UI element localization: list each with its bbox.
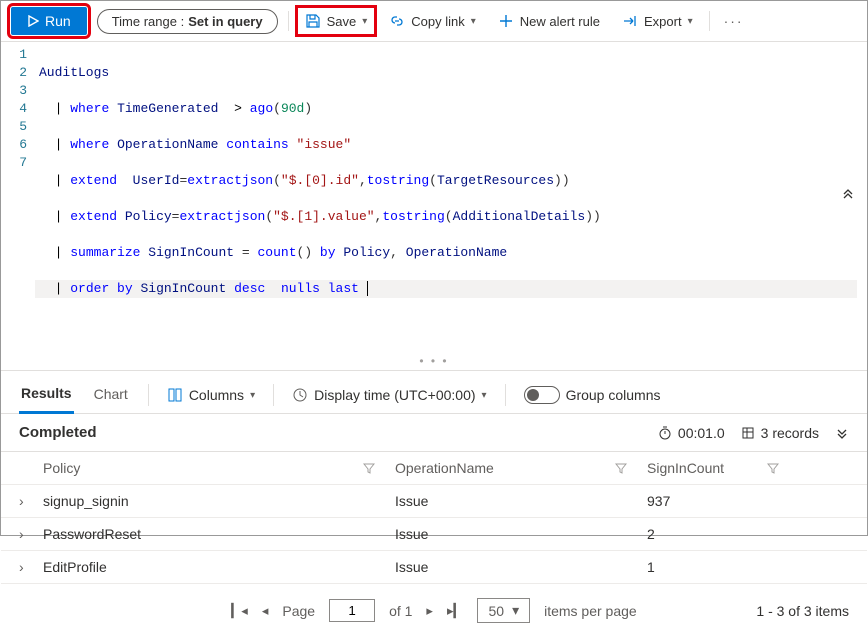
run-label: Run: [45, 13, 71, 29]
group-columns-label: Group columns: [566, 387, 661, 403]
run-button[interactable]: Run: [11, 7, 87, 35]
export-label: Export: [644, 14, 682, 29]
divider: [273, 384, 274, 406]
more-button[interactable]: ···: [720, 13, 748, 29]
app-frame: Run Time range : Set in query Save ▾ Cop…: [0, 0, 868, 536]
cell-policy: signup_signin: [43, 493, 363, 509]
next-page-button[interactable]: ▸: [426, 603, 433, 619]
copy-link-button[interactable]: Copy link ▾: [383, 9, 482, 33]
items-per-page-label: items per page: [544, 603, 637, 619]
chevron-down-icon: ▾: [688, 16, 693, 27]
expand-down-icon[interactable]: [835, 426, 849, 440]
cell-count: 937: [647, 493, 767, 509]
tab-results[interactable]: Results: [19, 377, 74, 414]
query-editor[interactable]: 1234567 AuditLogs | where TimeGenerated …: [1, 42, 867, 354]
clock-icon: [292, 387, 308, 403]
time-range-pill[interactable]: Time range : Set in query: [97, 9, 278, 34]
divider: [148, 384, 149, 406]
record-count: 3 records: [741, 425, 819, 441]
filter-icon[interactable]: [363, 462, 395, 474]
page-size-select[interactable]: 50 ▾: [477, 598, 530, 623]
export-button[interactable]: Export ▾: [616, 9, 699, 33]
stopwatch-icon: [658, 426, 672, 440]
last-page-button[interactable]: ▸▎: [447, 603, 464, 619]
line-gutter: 1234567: [1, 46, 35, 334]
resize-handle[interactable]: • • •: [1, 354, 867, 370]
toolbar: Run Time range : Set in query Save ▾ Cop…: [1, 1, 867, 42]
save-button[interactable]: Save ▾: [299, 9, 374, 33]
status-bar: Completed 00:01.0 3 records: [1, 414, 867, 452]
pager: ▎◂ ◂ Page of 1 ▸ ▸▎ 50 ▾ items per page …: [1, 584, 867, 637]
total-pages: of 1: [389, 603, 412, 619]
page-label: Page: [282, 603, 315, 619]
collapse-up-icon[interactable]: [841, 187, 855, 201]
page-input[interactable]: [329, 599, 375, 622]
cell-operation: Issue: [395, 559, 615, 575]
columns-icon: [167, 387, 183, 403]
table-row[interactable]: › signup_signin Issue 937: [1, 485, 867, 518]
code-area[interactable]: AuditLogs | where TimeGenerated > ago(90…: [35, 46, 867, 334]
columns-button[interactable]: Columns ▾: [167, 387, 255, 403]
expand-row-icon[interactable]: ›: [19, 493, 43, 509]
cell-count: 1: [647, 559, 767, 575]
filter-icon[interactable]: [767, 462, 799, 474]
table-header: Policy OperationName SignInCount: [1, 452, 867, 485]
chevron-down-icon: ▾: [250, 390, 255, 401]
display-time-label: Display time (UTC+00:00): [314, 387, 475, 403]
records-icon: [741, 426, 755, 440]
toolbar-divider: [288, 11, 289, 31]
chevron-down-icon: ▾: [362, 16, 367, 27]
col-policy[interactable]: Policy: [43, 460, 363, 476]
export-icon: [622, 13, 638, 29]
cell-operation: Issue: [395, 493, 615, 509]
link-icon: [389, 13, 405, 29]
expand-row-icon[interactable]: ›: [19, 559, 43, 575]
caret-down-icon: ▾: [512, 602, 519, 619]
chevron-down-icon: ▾: [471, 16, 476, 27]
page-size-value: 50: [488, 603, 504, 619]
save-label: Save: [327, 14, 357, 29]
col-count[interactable]: SignInCount: [647, 460, 767, 476]
time-range-value: Set in query: [188, 14, 262, 29]
toolbar-divider: [709, 11, 710, 31]
copy-link-label: Copy link: [411, 14, 464, 29]
columns-label: Columns: [189, 387, 244, 403]
prev-page-button[interactable]: ◂: [262, 603, 269, 619]
cell-operation: Issue: [395, 526, 615, 542]
new-alert-label: New alert rule: [520, 14, 600, 29]
toggle-off-icon: [524, 386, 560, 404]
filter-icon[interactable]: [615, 462, 647, 474]
results-toolbar: Results Chart Columns ▾ Display time (UT…: [1, 370, 867, 414]
group-columns-toggle[interactable]: Group columns: [524, 386, 661, 404]
divider: [505, 384, 506, 406]
time-range-label: Time range :: [112, 14, 185, 29]
col-operation[interactable]: OperationName: [395, 460, 615, 476]
chevron-down-icon: ▾: [482, 390, 487, 401]
display-time-button[interactable]: Display time (UTC+00:00) ▾: [292, 387, 486, 403]
expand-row-icon[interactable]: ›: [19, 526, 43, 542]
table-row[interactable]: › PasswordReset Issue 2: [1, 518, 867, 551]
new-alert-button[interactable]: New alert rule: [492, 9, 606, 33]
table-row[interactable]: › EditProfile Issue 1: [1, 551, 867, 584]
first-page-button[interactable]: ▎◂: [231, 603, 248, 619]
cell-count: 2: [647, 526, 767, 542]
cell-policy: EditProfile: [43, 559, 363, 575]
save-icon: [305, 13, 321, 29]
plus-icon: [498, 13, 514, 29]
tab-chart[interactable]: Chart: [92, 378, 130, 412]
status-title: Completed: [19, 424, 97, 441]
cell-policy: PasswordReset: [43, 526, 363, 542]
play-icon: [27, 15, 39, 27]
elapsed-time: 00:01.0: [658, 425, 725, 441]
range-label: 1 - 3 of 3 items: [756, 603, 849, 619]
